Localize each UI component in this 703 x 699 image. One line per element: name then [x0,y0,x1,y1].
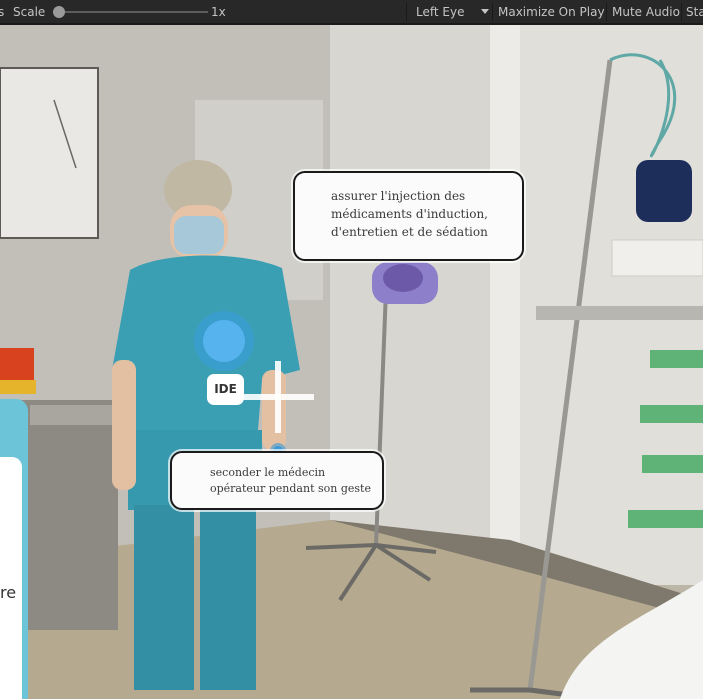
role-badge-ide[interactable]: IDE [207,374,244,405]
toolbar-divider [606,3,607,21]
bubble-line: opérateur pendant son geste [210,482,371,495]
vr-scene-viewport[interactable]: assurer l'injection des médicaments d'in… [0,25,703,699]
bubble-line: médicaments d'induction, [331,207,488,221]
operating-room-photo [0,25,703,699]
eye-dropdown[interactable]: Left Eye [416,0,464,24]
scale-label: Scale [13,5,46,19]
scale-slider-handle[interactable] [53,6,65,18]
stats-toggle[interactable]: Sta [686,0,703,24]
info-bubble-assist[interactable]: seconder le médecin opérateur pendant so… [170,451,384,510]
toolbar-divider [492,3,493,21]
bubble-line: assurer l'injection des [331,189,466,203]
side-info-card-body [0,457,22,699]
scale-value: 1x [211,5,226,19]
game-view-toolbar: s Scale 1x Left Eye Maximize On Play Mut… [0,0,703,24]
mute-audio-toggle[interactable]: Mute Audio [612,0,680,24]
side-card-text: re [0,583,17,602]
maximize-on-play-toggle[interactable]: Maximize On Play [498,0,605,24]
crosshair-icon [242,361,314,433]
scale-slider-track[interactable] [56,11,208,13]
toolbar-divider [681,3,682,21]
bubble-line: d'entretien et de sédation [331,225,488,239]
info-bubble-injection[interactable]: assurer l'injection des médicaments d'in… [293,171,524,261]
chevron-down-icon[interactable] [481,9,489,14]
toolbar-clipped-label: s [0,5,5,19]
bubble-line: seconder le médecin [210,466,326,479]
toolbar-divider [406,3,407,21]
